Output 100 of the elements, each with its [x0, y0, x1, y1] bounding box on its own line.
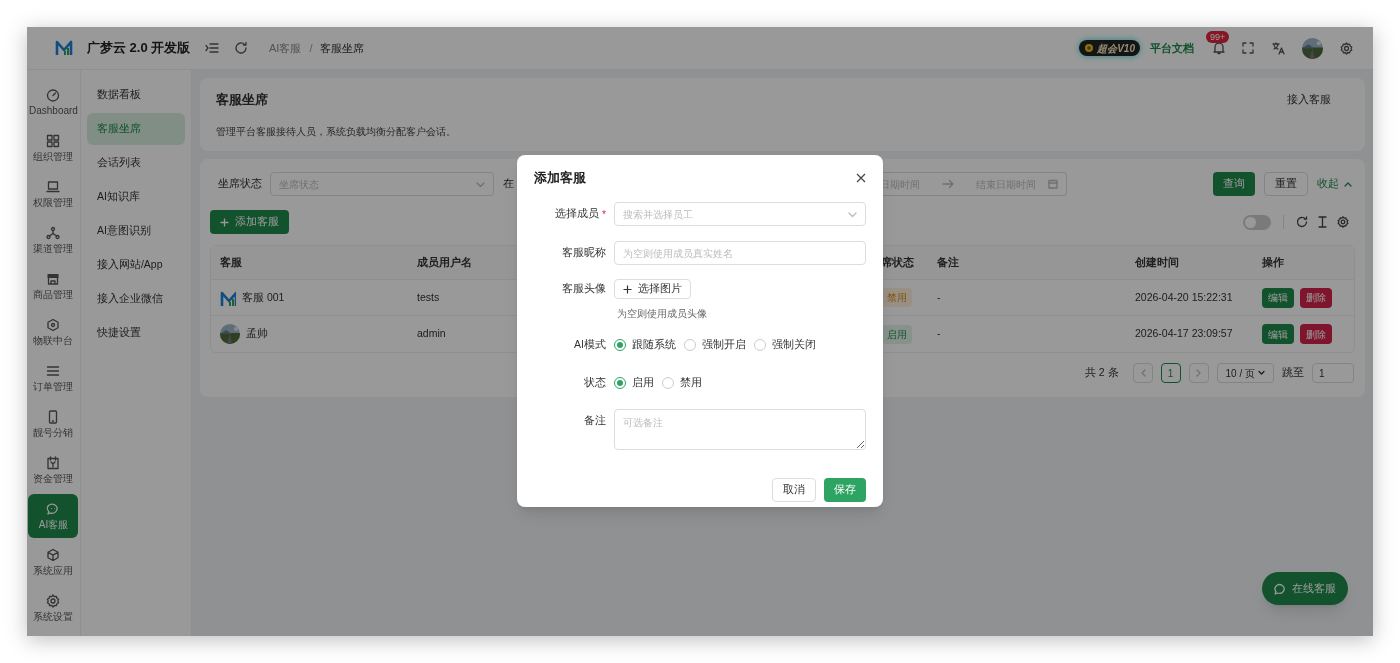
logo-icon [55, 39, 73, 57]
submenu-item[interactable]: 接入网站/App [86, 249, 185, 281]
column-header: 成员用户名 [417, 254, 472, 270]
required-mark: * [602, 207, 606, 222]
bell-icon [1212, 41, 1226, 55]
translate-icon [1272, 41, 1285, 55]
cancel-button[interactable]: 取消 [772, 478, 816, 502]
field-hint: 为空则使用成员头像 [617, 307, 707, 321]
rail-item[interactable]: Dashboard [28, 80, 79, 124]
radio-option[interactable]: 强制开启 [684, 337, 746, 353]
remark-field[interactable]: 可选备注 [614, 409, 866, 450]
choose-image-button[interactable]: 选择图片 [614, 279, 691, 299]
table-cell: 孟帅 [246, 326, 268, 342]
chevron-up-icon [1344, 181, 1352, 187]
page-size-select[interactable]: 10 / 页 [1216, 363, 1274, 383]
reset-button[interactable]: 重置 [1264, 172, 1308, 196]
status-tag: 启用 [882, 324, 912, 344]
rail-item[interactable]: 系统设置 [28, 586, 79, 630]
column-header: 创建时间 [1135, 254, 1179, 270]
table-cell-text: tests [417, 289, 440, 305]
collapse-link[interactable]: 收起 [1317, 176, 1352, 192]
arrow-right-icon [942, 179, 954, 189]
box-icon [46, 548, 61, 562]
breadcrumb-item[interactable]: AI客服 [269, 39, 302, 57]
notification-count: 99+ [1206, 31, 1230, 43]
rail-item[interactable]: 权限管理 [28, 172, 79, 216]
field-label: 客服头像 [562, 281, 606, 297]
submenu-item[interactable]: 快捷设置 [86, 317, 185, 349]
settings-icon [1337, 216, 1349, 228]
laptop-icon [46, 180, 61, 194]
table-cell: - [937, 326, 941, 342]
rail-item[interactable]: 物联中台 [28, 310, 79, 354]
edit-button[interactable]: 编辑 [1262, 324, 1294, 344]
chat-icon [1274, 582, 1286, 595]
submenu-item[interactable]: AI知识库 [86, 181, 185, 213]
calendar-icon [1048, 179, 1058, 189]
close-icon [856, 173, 866, 183]
query-button[interactable]: 查询 [1213, 172, 1255, 196]
submenu-item[interactable]: 数据看板 [86, 79, 185, 111]
medal-icon [1084, 43, 1095, 53]
submenu-item[interactable]: AI意图识别 [86, 215, 185, 247]
page-button[interactable]: 1 [1160, 363, 1181, 383]
store-icon [46, 272, 61, 286]
column-header: 操作 [1262, 254, 1284, 270]
table-cell: admin [417, 326, 446, 342]
rail-item[interactable]: 渠道管理 [28, 218, 79, 262]
filter-label: 在 [503, 176, 514, 192]
toggle-switch[interactable] [1243, 214, 1271, 230]
page-title: 客服坐席 [216, 91, 268, 109]
field-label: 客服昵称 [562, 245, 606, 261]
rail-item[interactable]: 订单管理 [28, 356, 79, 400]
close-button[interactable] [856, 173, 866, 183]
chevron-right-icon [1195, 369, 1202, 377]
rail-item[interactable]: 资金管理 [28, 448, 79, 492]
save-button[interactable]: 保存 [824, 478, 866, 502]
plus-icon [220, 217, 229, 227]
rail-item[interactable]: 组织管理 [28, 126, 79, 170]
table-cell: 2026-04-17 23:09:57 [1135, 326, 1233, 342]
rail-item[interactable]: 靓号分销 [28, 402, 79, 446]
rail-item[interactable]: 商品管理 [28, 264, 79, 308]
dialog-title: 添加客服 [534, 169, 586, 187]
jump-label: 跳至 [1282, 365, 1304, 381]
nodes-icon [46, 226, 61, 240]
submenu-item[interactable]: 接入企业微信 [86, 283, 185, 315]
field-label: AI模式 [574, 337, 606, 353]
jump-field[interactable]: 1 [1312, 363, 1354, 383]
online-support-button[interactable]: 在线客服 [1262, 572, 1348, 605]
column-header: 客服 [220, 254, 242, 270]
column-header: 备注 [937, 254, 959, 270]
delete-button[interactable]: 删除 [1300, 324, 1332, 344]
field-label: 状态 [584, 375, 606, 391]
fullscreen-icon [1242, 42, 1254, 54]
radio-option[interactable]: 禁用 [662, 375, 702, 391]
breadcrumb-separator: / [309, 40, 313, 56]
grid-icon [46, 134, 61, 148]
docs-link[interactable]: 平台文档 [1150, 39, 1194, 57]
radio-option[interactable]: 强制关闭 [754, 337, 816, 353]
edit-button[interactable]: 编辑 [1262, 287, 1294, 308]
table-cell-text: 客服 001 [242, 289, 285, 305]
next-page-button[interactable] [1188, 363, 1209, 383]
calendar-icon [46, 456, 61, 470]
status-tag: 禁用 [882, 288, 912, 307]
field-label: 备注 [584, 413, 606, 429]
submenu-item[interactable]: 客服坐席 [86, 113, 185, 145]
breadcrumb-item: 客服坐席 [320, 40, 365, 56]
refresh-icon [234, 41, 248, 55]
table-cell-text: 2026-04-20 15:22:31 [1135, 289, 1233, 305]
rail-item[interactable]: AI客服 [28, 494, 79, 538]
filter-label: 坐席状态 [218, 176, 262, 192]
nickname-field[interactable]: 为空则使用成员真实姓名 [614, 241, 866, 265]
column-height-icon [1317, 216, 1328, 228]
rail-item[interactable]: 系统应用 [28, 540, 79, 584]
radio-option[interactable]: 启用 [614, 375, 654, 391]
radio-option[interactable]: 跟随系统 [614, 337, 676, 353]
connect-link[interactable]: 接入客服 [1287, 91, 1331, 108]
prev-page-button[interactable] [1132, 363, 1153, 383]
page-description: 管理平台客服接待人员，系统负载均衡分配客户会话。 [216, 124, 457, 139]
add-button[interactable]: 添加客服 [210, 210, 289, 234]
delete-button[interactable]: 删除 [1300, 287, 1332, 308]
submenu-item[interactable]: 会话列表 [86, 147, 185, 179]
